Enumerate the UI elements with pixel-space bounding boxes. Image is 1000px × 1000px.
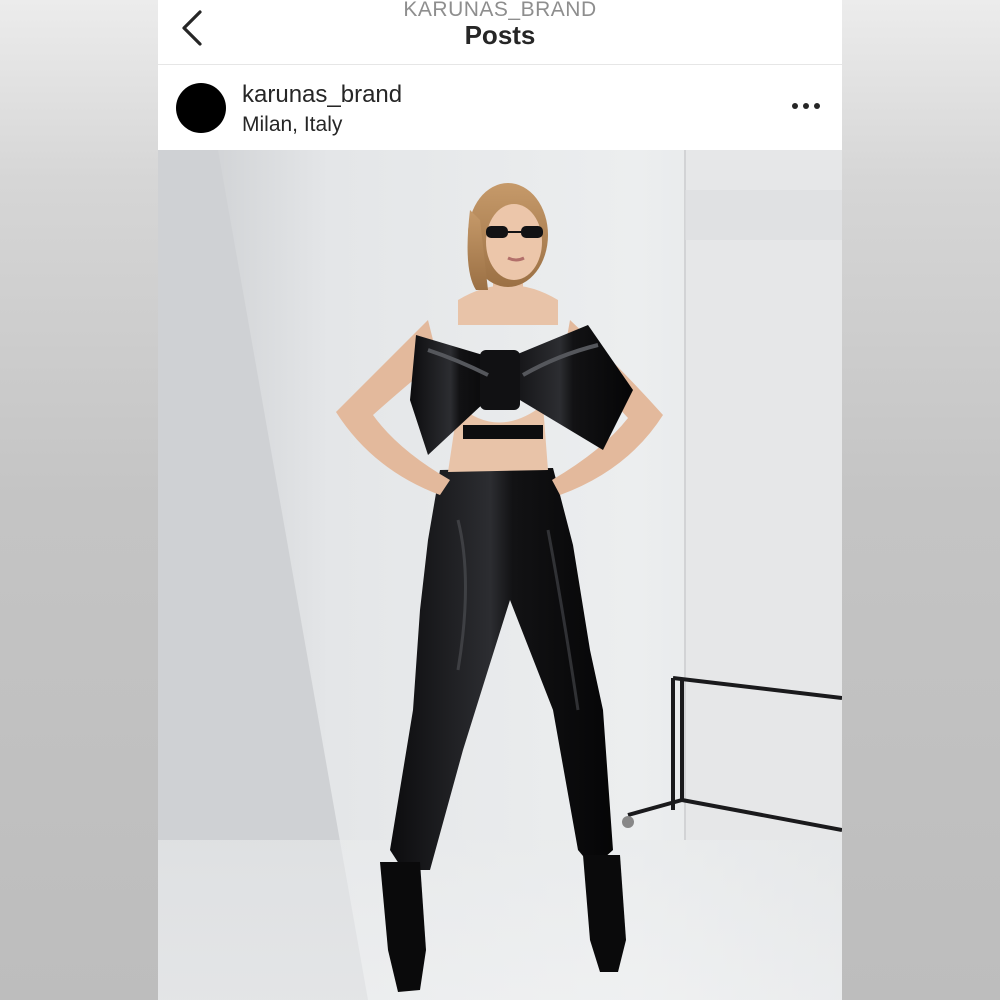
post-location[interactable]: Milan, Italy [242, 113, 342, 137]
more-options-button[interactable] [788, 91, 824, 121]
top-navigation-bar: KARUNAS_BRAND Posts [158, 0, 842, 65]
more-horizontal-icon [792, 103, 820, 109]
avatar[interactable] [176, 83, 226, 133]
account-overline: KARUNAS_BRAND [403, 0, 597, 21]
post-photo[interactable] [158, 150, 842, 1000]
page-title: Posts [464, 20, 536, 50]
post-header: karunas_brand Milan, Italy [158, 65, 842, 150]
phone-screen: KARUNAS_BRAND Posts karunas_brand Milan,… [158, 0, 842, 1000]
post-username[interactable]: karunas_brand [242, 81, 402, 109]
fashion-photo-illustration [158, 150, 842, 1000]
